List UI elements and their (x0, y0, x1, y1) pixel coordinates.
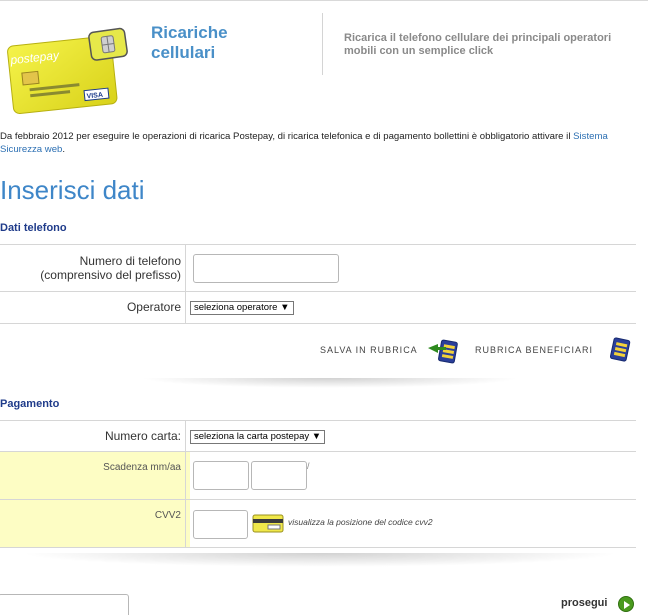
rubrica-beneficiari-button[interactable]: RUBRICA BENEFICIARI (475, 345, 593, 355)
notice-suffix: . (62, 144, 66, 155)
phone-label: Numero di telefono (comprensivo del pref… (0, 245, 186, 291)
prosegui-button[interactable]: prosegui (561, 597, 607, 609)
section-title-pagamento: Pagamento (0, 398, 60, 410)
expiry-year-input[interactable] (251, 461, 307, 490)
operator-row: Operatore seleziona operatore ▼ (0, 292, 636, 324)
operator-field-cell: seleziona operatore ▼ (190, 292, 636, 323)
header-divider (322, 13, 323, 75)
phone-number-input[interactable] (193, 254, 339, 283)
address-book-icon[interactable] (607, 337, 633, 363)
scadenza-field-cell: / (190, 452, 636, 499)
page-title: Inserisci dati (0, 175, 145, 205)
card-number-field-cell: seleziona la carta postepay ▼ (190, 421, 636, 451)
operator-select[interactable]: seleziona operatore ▼ (190, 301, 294, 315)
page-header-title: Ricariche cellulari (151, 23, 228, 62)
scadenza-label: Scadenza mm/aa (0, 452, 186, 499)
phone-row: Numero di telefono (comprensivo del pref… (0, 244, 636, 292)
scadenza-row: Scadenza mm/aa / (0, 452, 636, 500)
form-bottom-shadow (20, 553, 620, 567)
card-number-label: Numero carta: (0, 421, 186, 451)
card-select[interactable]: seleziona la carta postepay ▼ (190, 430, 326, 444)
salva-in-rubrica-button[interactable]: SALVA IN RUBRICA (320, 345, 418, 355)
phone-label-line1: Numero di telefono (79, 254, 181, 268)
notice-text: Da febbraio 2012 per eseguire le operazi… (0, 131, 571, 142)
cvv-hint-link[interactable]: visualizza la posizione del codice cvv2 (288, 517, 433, 527)
salva-rubrica-icon[interactable] (426, 338, 462, 364)
postepay-card-image: postepay VISA (6, 22, 134, 122)
header-description: Ricarica il telefono cellulare dei princ… (344, 32, 612, 57)
bottom-input-field[interactable] (0, 594, 129, 615)
section-shadow-divider (140, 378, 520, 388)
phone-field-cell (190, 245, 636, 291)
cvv-input[interactable] (193, 510, 248, 539)
operator-label: Operatore (0, 292, 186, 323)
cvv-row: CVV2 visualizza la posizione del codice … (0, 500, 636, 548)
cvv-field-cell: visualizza la posizione del codice cvv2 (190, 500, 636, 547)
security-notice: Da febbraio 2012 per eseguire le operazi… (0, 130, 648, 156)
top-border (0, 0, 648, 1)
section-title-dati-telefono: Dati telefono (0, 222, 67, 234)
phone-label-line2: (comprensivo del prefisso) (40, 268, 181, 282)
cvv-card-icon[interactable] (252, 512, 286, 534)
next-arrow-icon[interactable] (618, 596, 634, 612)
expiry-separator: / (307, 461, 310, 471)
card-number-row: Numero carta: seleziona la carta postepa… (0, 420, 636, 452)
expiry-month-input[interactable] (193, 461, 249, 490)
cvv-label: CVV2 (0, 500, 186, 547)
